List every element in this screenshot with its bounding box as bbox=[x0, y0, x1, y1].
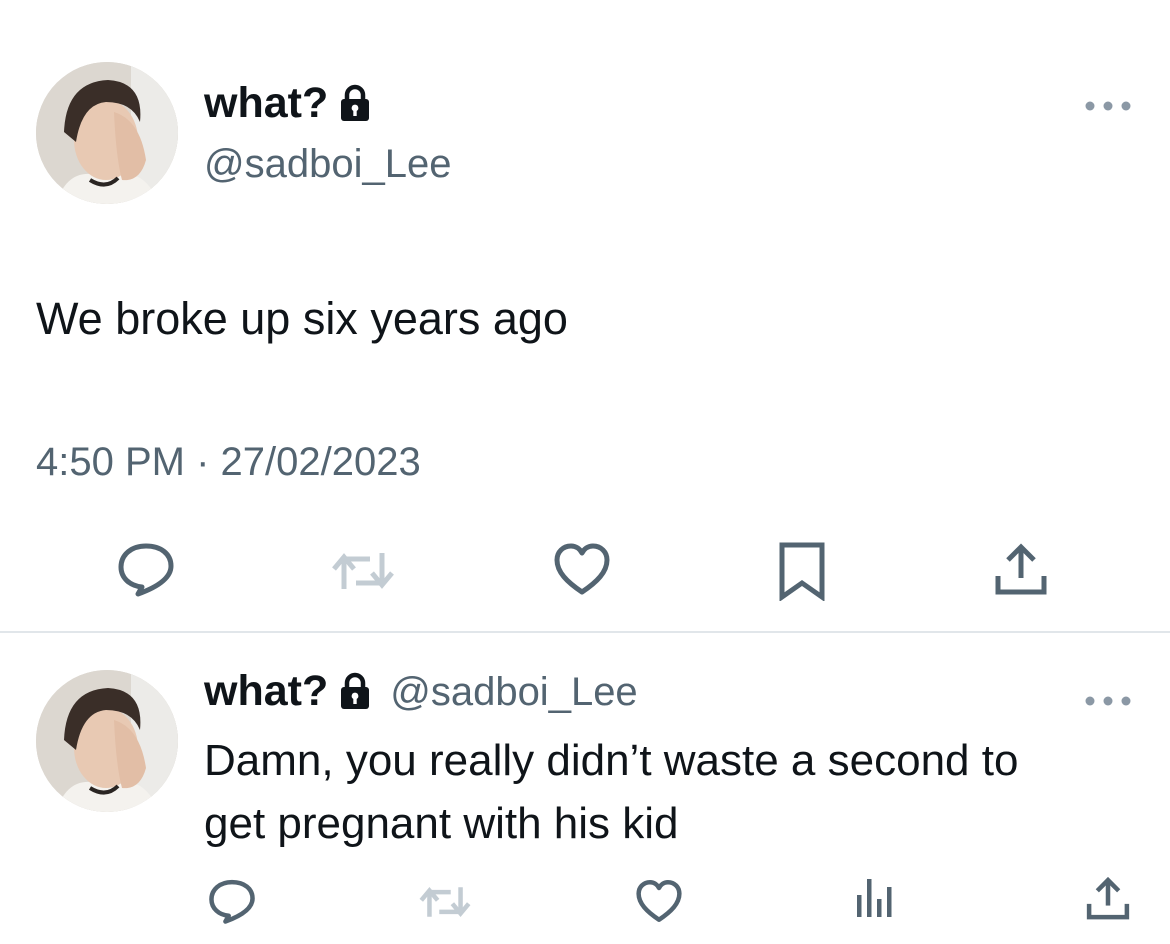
more-icon bbox=[1085, 101, 1131, 111]
lock-icon bbox=[338, 83, 372, 121]
reply-avatar[interactable] bbox=[36, 670, 178, 812]
reply-text-line: get pregnant with his kid bbox=[204, 799, 679, 848]
retweet-icon bbox=[332, 553, 394, 589]
reply-author-handle[interactable]: @sadboi_Lee bbox=[390, 670, 637, 714]
reply-views-button[interactable] bbox=[855, 875, 895, 919]
more-icon bbox=[1085, 696, 1131, 706]
avatar-photo bbox=[36, 62, 178, 204]
like-button[interactable] bbox=[553, 542, 611, 596]
bookmark-button[interactable] bbox=[778, 541, 826, 601]
reply-author-row: what? @sadboi_Lee bbox=[204, 666, 638, 716]
like-icon bbox=[554, 543, 610, 595]
tweet-text: We broke up six years ago bbox=[36, 293, 568, 344]
retweet-button[interactable] bbox=[330, 547, 396, 595]
author-handle[interactable]: @sadboi_Lee bbox=[204, 140, 451, 188]
share-icon bbox=[1086, 876, 1130, 920]
avatar[interactable] bbox=[36, 62, 178, 204]
lock-icon bbox=[338, 671, 372, 709]
reply-button[interactable] bbox=[116, 541, 176, 597]
more-options-button[interactable] bbox=[1084, 88, 1132, 120]
reply-like-button[interactable] bbox=[635, 879, 683, 923]
reply-text-line: Damn, you really didn’t waste a second t… bbox=[204, 736, 1019, 785]
reply-share-button[interactable] bbox=[1084, 876, 1132, 922]
reply-author-name[interactable]: what? bbox=[204, 667, 328, 715]
bookmark-icon bbox=[779, 542, 825, 601]
share-button[interactable] bbox=[992, 542, 1050, 598]
divider bbox=[0, 631, 1170, 633]
avatar-photo bbox=[36, 670, 178, 812]
like-icon bbox=[636, 880, 682, 922]
reply-more-options-button[interactable] bbox=[1084, 683, 1132, 715]
share-icon bbox=[995, 543, 1047, 595]
retweet-icon bbox=[419, 887, 471, 917]
reply-text: Damn, you really didn’t waste a second t… bbox=[204, 729, 1018, 855]
reply-retweet-button[interactable] bbox=[418, 882, 472, 922]
author-name[interactable]: what? bbox=[204, 79, 328, 127]
reply-icon bbox=[118, 543, 174, 597]
reply-reply-button[interactable] bbox=[207, 878, 257, 924]
tweet-timestamp[interactable]: 4:50 PM · 27/02/2023 bbox=[36, 438, 421, 486]
author-name-row: what? bbox=[204, 78, 372, 128]
reply-icon bbox=[209, 879, 255, 924]
views-icon bbox=[857, 879, 892, 917]
